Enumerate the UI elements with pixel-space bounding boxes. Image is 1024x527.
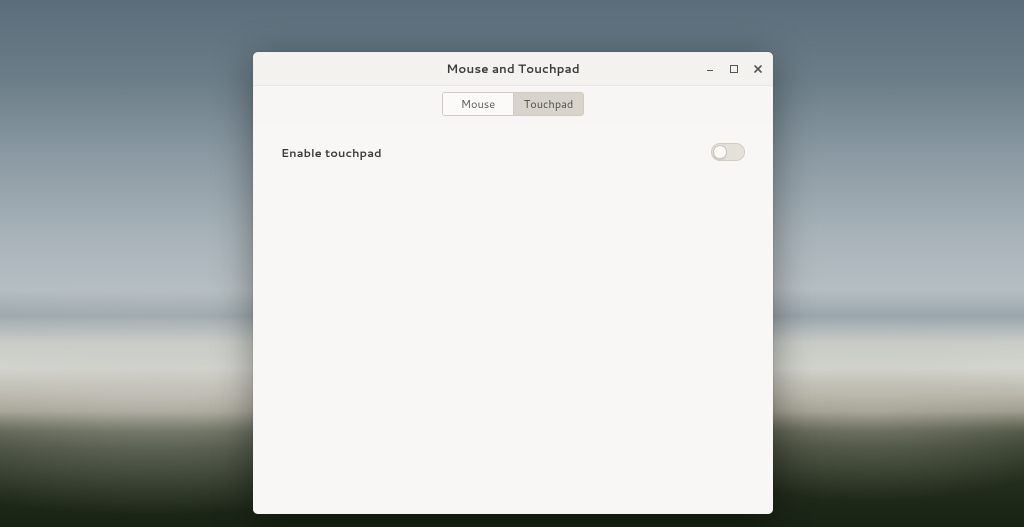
enable-touchpad-row: Enable touchpad xyxy=(281,138,745,166)
minimize-button[interactable] xyxy=(703,62,717,76)
content-area: Enable touchpad xyxy=(253,122,773,514)
tab-switcher: Mouse Touchpad xyxy=(442,92,584,116)
window-title: Mouse and Touchpad xyxy=(446,60,579,77)
tab-touchpad[interactable]: Touchpad xyxy=(513,93,583,115)
tab-mouse[interactable]: Mouse xyxy=(443,93,513,115)
toggle-knob xyxy=(713,145,727,159)
tab-bar: Mouse Touchpad xyxy=(253,86,773,122)
maximize-button[interactable] xyxy=(727,62,741,76)
settings-window: Mouse and Touchpad Mouse Touchpad Enable… xyxy=(253,52,773,514)
desktop-wallpaper: Mouse and Touchpad Mouse Touchpad Enable… xyxy=(0,0,1024,527)
close-icon xyxy=(754,65,762,73)
titlebar[interactable]: Mouse and Touchpad xyxy=(253,52,773,86)
close-button[interactable] xyxy=(751,62,765,76)
enable-touchpad-label: Enable touchpad xyxy=(281,144,382,161)
window-controls xyxy=(703,52,765,85)
enable-touchpad-toggle[interactable] xyxy=(711,143,745,161)
